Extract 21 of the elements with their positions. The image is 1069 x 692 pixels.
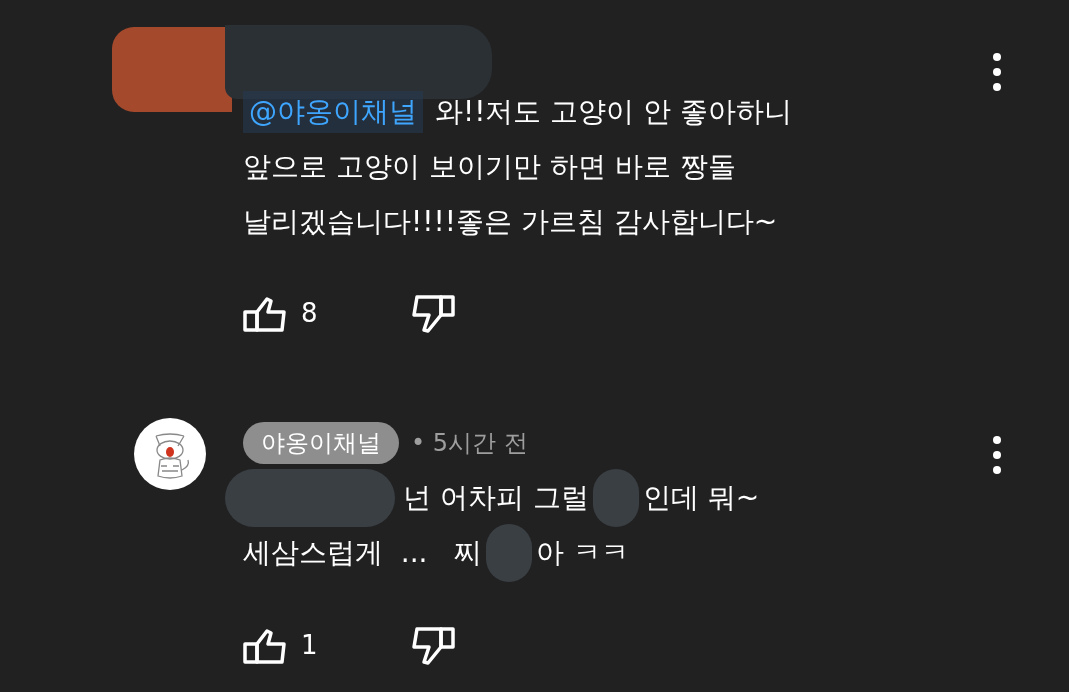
redaction-blob — [592, 468, 639, 527]
like-icon[interactable] — [243, 295, 287, 332]
comment-text: 앞으로 고양이 보이기만 하면 바로 짱돌 — [243, 148, 736, 185]
dislike-icon[interactable] — [411, 626, 455, 665]
comment-time: • 5시간 전 — [411, 428, 528, 459]
like-icon[interactable] — [243, 627, 287, 664]
more-icon[interactable] — [992, 435, 1002, 475]
comment-text: 인데 뭐~ — [642, 479, 760, 516]
like-count: 1 — [301, 629, 319, 662]
mention-link[interactable]: @야옹이채널 — [243, 90, 423, 133]
dislike-icon[interactable] — [411, 294, 455, 333]
comment-text: 아 ㅋㅋ — [536, 534, 630, 571]
more-icon[interactable] — [992, 52, 1002, 92]
comment-text: 날리겠습니다!!!!좋은 가르침 감사합니다~ — [243, 203, 778, 240]
comment-text: 세삼스럽게 ... 찌 — [243, 534, 483, 571]
comment-text: 와!!저도 고양이 안 좋아하니 — [435, 93, 793, 130]
like-count: 8 — [301, 297, 319, 330]
cat-avatar[interactable] — [134, 418, 206, 490]
redaction-blob — [486, 523, 533, 582]
comment-text: 넌 어차피 그럴 — [403, 479, 589, 516]
author-badge[interactable]: 야옹이채널 — [243, 422, 399, 464]
